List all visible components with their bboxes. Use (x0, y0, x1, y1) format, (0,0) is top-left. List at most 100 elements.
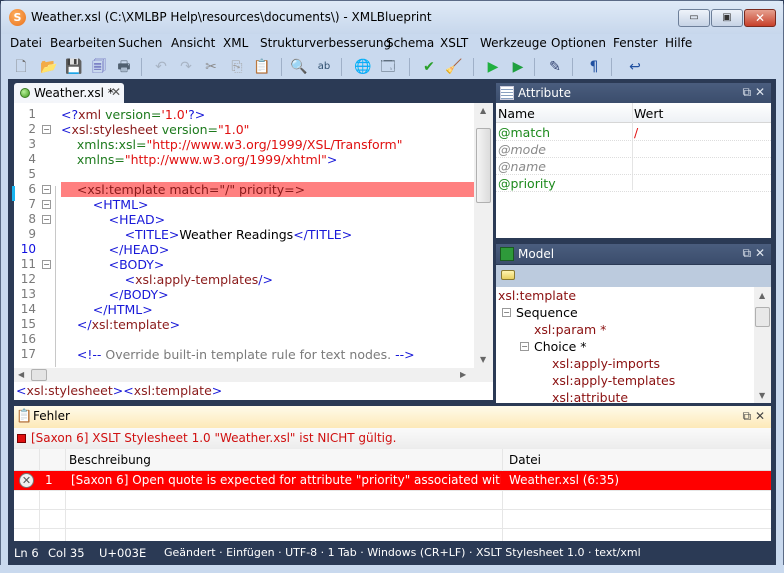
vertical-scrollbar[interactable]: ▲ ▼ (474, 103, 493, 368)
print-preview-icon[interactable]: 🗔 (378, 57, 398, 77)
menu-strukturverbesserung[interactable]: Strukturverbesserung (260, 36, 391, 50)
element-breadcrumb[interactable]: <xsl:stylesheet><xsl:template> (14, 382, 493, 400)
breadcrumb-part[interactable]: < (16, 383, 26, 398)
model-tree-item[interactable]: xsl:apply-templates (552, 372, 675, 389)
code-area[interactable]: <?xml version='1.0'?> <xsl:stylesheet ver… (61, 107, 474, 369)
error-row[interactable]: ✕ 1 [Saxon 6] Open quote is expected for… (14, 471, 771, 490)
float-panel-icon[interactable]: ⧉ (743, 246, 752, 260)
pilcrow-icon[interactable]: ¶ (584, 57, 604, 77)
maximize-button[interactable]: ▣ (711, 9, 743, 27)
code-line[interactable] (61, 167, 474, 182)
model-tree-item[interactable]: xsl:apply-imports (552, 355, 660, 372)
code-line[interactable]: <HEAD> (61, 212, 474, 227)
model-tree-item[interactable]: xsl:template (498, 287, 576, 304)
fold-toggle-icon[interactable]: − (42, 215, 51, 224)
menu-schema[interactable]: Schema (386, 36, 434, 50)
code-line[interactable]: </BODY> (61, 287, 474, 302)
browser-preview-icon[interactable]: 🌐 (353, 57, 373, 77)
menu-datei[interactable]: Datei (10, 36, 42, 50)
model-tree[interactable]: ▲ ▼ xsl:template Sequence − xsl:param * Choi… (496, 287, 771, 403)
code-line[interactable]: <BODY> (61, 257, 474, 272)
scroll-up-icon[interactable]: ▲ (759, 291, 765, 300)
fold-toggle-icon[interactable]: − (42, 200, 51, 209)
float-panel-icon[interactable]: ⧉ (743, 85, 752, 99)
code-line[interactable]: <xsl:apply-templates/> (61, 272, 474, 287)
model-tree-item[interactable]: Choice * (534, 338, 587, 355)
column-header-description[interactable]: Beschreibung (69, 449, 151, 471)
run-settings-icon[interactable]: ▶ (508, 57, 528, 77)
close-panel-icon[interactable]: ✕ (755, 409, 765, 423)
scroll-thumb[interactable] (476, 128, 491, 203)
scroll-down-icon[interactable]: ▼ (759, 391, 765, 400)
run-transform-icon[interactable]: ▶ (483, 57, 503, 77)
close-button[interactable]: ✕ (744, 9, 776, 27)
cut-icon[interactable]: ✂ (201, 57, 221, 77)
collapse-all-button[interactable] (501, 270, 515, 280)
code-line[interactable]: xmlns:xsl="http://www.w3.org/1999/XSL/Tr… (61, 137, 474, 152)
menu-optionen[interactable]: Optionen (551, 36, 606, 50)
breadcrumb-part[interactable]: >< (113, 383, 134, 398)
model-tree-item[interactable]: xsl:attribute (552, 389, 628, 403)
breadcrumb-part[interactable]: xsl:stylesheet (26, 383, 112, 398)
code-line[interactable]: <HTML> (61, 197, 474, 212)
vertical-scrollbar[interactable]: ▲ ▼ (754, 287, 771, 403)
model-tree-item[interactable]: xsl:param * (534, 321, 606, 338)
clean-broom-icon[interactable]: 🧹 (444, 57, 464, 77)
tab-close-icon[interactable]: ✕ (111, 85, 121, 99)
replace-icon[interactable]: ab (314, 57, 334, 77)
copy-icon[interactable]: ⎘ (227, 57, 247, 77)
scroll-up-icon[interactable]: ▲ (480, 106, 486, 115)
attribute-row[interactable]: @mode (496, 141, 771, 158)
code-line[interactable]: </HTML> (61, 302, 474, 317)
validate-check-icon[interactable]: ✔ (419, 57, 439, 77)
breadcrumb-part[interactable]: xsl:template (134, 383, 212, 398)
menu-bearbeiten[interactable]: Bearbeiten (50, 36, 116, 50)
code-editor[interactable]: 1 2−3 4 5 6−7−8−9 10 11−12 13 14 15 16 17 <?xml ver… (12, 103, 493, 382)
scroll-thumb[interactable] (31, 369, 47, 381)
fold-toggle-icon[interactable]: − (42, 260, 51, 269)
minimize-button[interactable]: ▭ (678, 9, 710, 27)
column-header-file[interactable]: Datei (509, 449, 541, 471)
close-panel-icon[interactable]: ✕ (755, 246, 765, 260)
model-tree-item[interactable]: Sequence (516, 304, 578, 321)
breadcrumb-part[interactable]: > (212, 383, 222, 398)
column-header-value[interactable]: Wert (634, 106, 663, 121)
fold-toggle-icon[interactable]: − (42, 125, 51, 134)
menu-xslt[interactable]: XSLT (440, 36, 468, 50)
code-line-error[interactable]: <xsl:template match="/" priority=> (61, 182, 474, 197)
editor-tab-weather-xsl[interactable]: Weather.xsl * ✕ (14, 83, 124, 103)
menu-fenster[interactable]: Fenster (613, 36, 658, 50)
attribute-row[interactable]: @priority (496, 175, 771, 192)
code-line[interactable]: <TITLE>Weather Readings</TITLE> (61, 227, 474, 242)
word-wrap-icon[interactable]: ↩ (625, 57, 645, 77)
attribute-value[interactable]: / (634, 124, 638, 141)
open-folder-icon[interactable]: 📂 (39, 57, 59, 77)
attribute-row[interactable]: @name (496, 158, 771, 175)
attribute-row[interactable]: @match / (496, 124, 771, 141)
menu-hilfe[interactable]: Hilfe (665, 36, 692, 50)
undo-icon[interactable]: ↶ (151, 57, 171, 77)
code-line[interactable] (61, 332, 474, 347)
redo-icon[interactable]: ↷ (176, 57, 196, 77)
find-icon[interactable]: 🔍 (289, 57, 309, 77)
tree-collapse-icon[interactable]: − (520, 342, 529, 351)
menu-werkzeuge[interactable]: Werkzeuge (480, 36, 547, 50)
save-all-icon[interactable]: 🗐 (89, 57, 109, 77)
float-panel-icon[interactable]: ⧉ (743, 409, 752, 423)
code-line[interactable]: <?xml version='1.0'?> (61, 107, 474, 122)
scroll-down-icon[interactable]: ▼ (480, 355, 486, 364)
save-icon[interactable]: 💾 (64, 57, 84, 77)
fold-toggle-icon[interactable]: − (42, 185, 51, 194)
menu-suchen[interactable]: Suchen (118, 36, 162, 50)
paste-icon[interactable]: 📋 (252, 57, 272, 77)
scroll-left-icon[interactable]: ◀ (18, 370, 24, 379)
column-header-name[interactable]: Name (498, 106, 535, 121)
code-line[interactable]: <!-- Override built-in template rule for… (61, 347, 474, 362)
menu-xml[interactable]: XML (223, 36, 248, 50)
scroll-right-icon[interactable]: ▶ (460, 370, 466, 379)
close-panel-icon[interactable]: ✕ (755, 85, 765, 99)
code-line[interactable]: </xsl:template> (61, 317, 474, 332)
new-document-icon[interactable]: 🗋 (11, 57, 31, 77)
tree-collapse-icon[interactable]: − (502, 308, 511, 317)
code-line[interactable]: <xsl:stylesheet version="1.0" (61, 122, 474, 137)
